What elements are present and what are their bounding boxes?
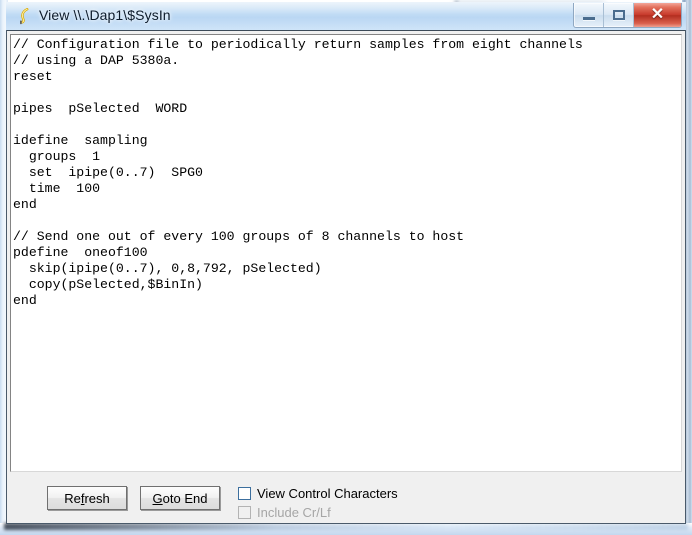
- text-view-pane[interactable]: // Configuration file to periodically re…: [10, 34, 682, 472]
- close-icon: ✕: [650, 6, 665, 23]
- include-crlf-checkbox: [238, 506, 251, 519]
- goto-end-button[interactable]: Goto End: [140, 486, 220, 510]
- refresh-button[interactable]: Re f resh: [47, 486, 127, 510]
- minimize-icon: [582, 16, 595, 20]
- view-control-characters-row[interactable]: View Control Characters: [238, 486, 398, 501]
- include-crlf-row: Include Cr/Lf: [238, 505, 331, 520]
- hook-icon: [16, 7, 34, 25]
- client-top-divider: [7, 30, 685, 31]
- caption-button-group: ✕: [573, 3, 682, 28]
- maximize-icon: [612, 10, 625, 20]
- view-window: View \\.\Dap1\$SysIn ✕ // Configuration …: [0, 0, 692, 535]
- refresh-label-prefix: Re: [64, 490, 81, 506]
- maximize-button[interactable]: [603, 3, 633, 27]
- include-crlf-label: Include Cr/Lf: [257, 505, 331, 520]
- goto-end-label-suffix: oto End: [162, 490, 208, 506]
- window-title: View \\.\Dap1\$SysIn: [39, 7, 171, 23]
- view-control-characters-label: View Control Characters: [257, 486, 398, 501]
- close-button[interactable]: ✕: [633, 3, 681, 27]
- window-client-area: // Configuration file to periodically re…: [6, 30, 686, 524]
- refresh-label-suffix: resh: [84, 490, 110, 506]
- goto-end-label-mnemonic: G: [152, 490, 163, 506]
- view-control-characters-checkbox[interactable]: [238, 487, 251, 500]
- file-content-text: // Configuration file to periodically re…: [13, 37, 583, 308]
- bottom-control-bar: Re f resh Goto End View Control Characters…: [7, 475, 685, 523]
- window-frame-bottom-shadow: [4, 523, 688, 530]
- title-bar[interactable]: View \\.\Dap1\$SysIn ✕: [6, 2, 686, 30]
- minimize-button[interactable]: [574, 3, 603, 27]
